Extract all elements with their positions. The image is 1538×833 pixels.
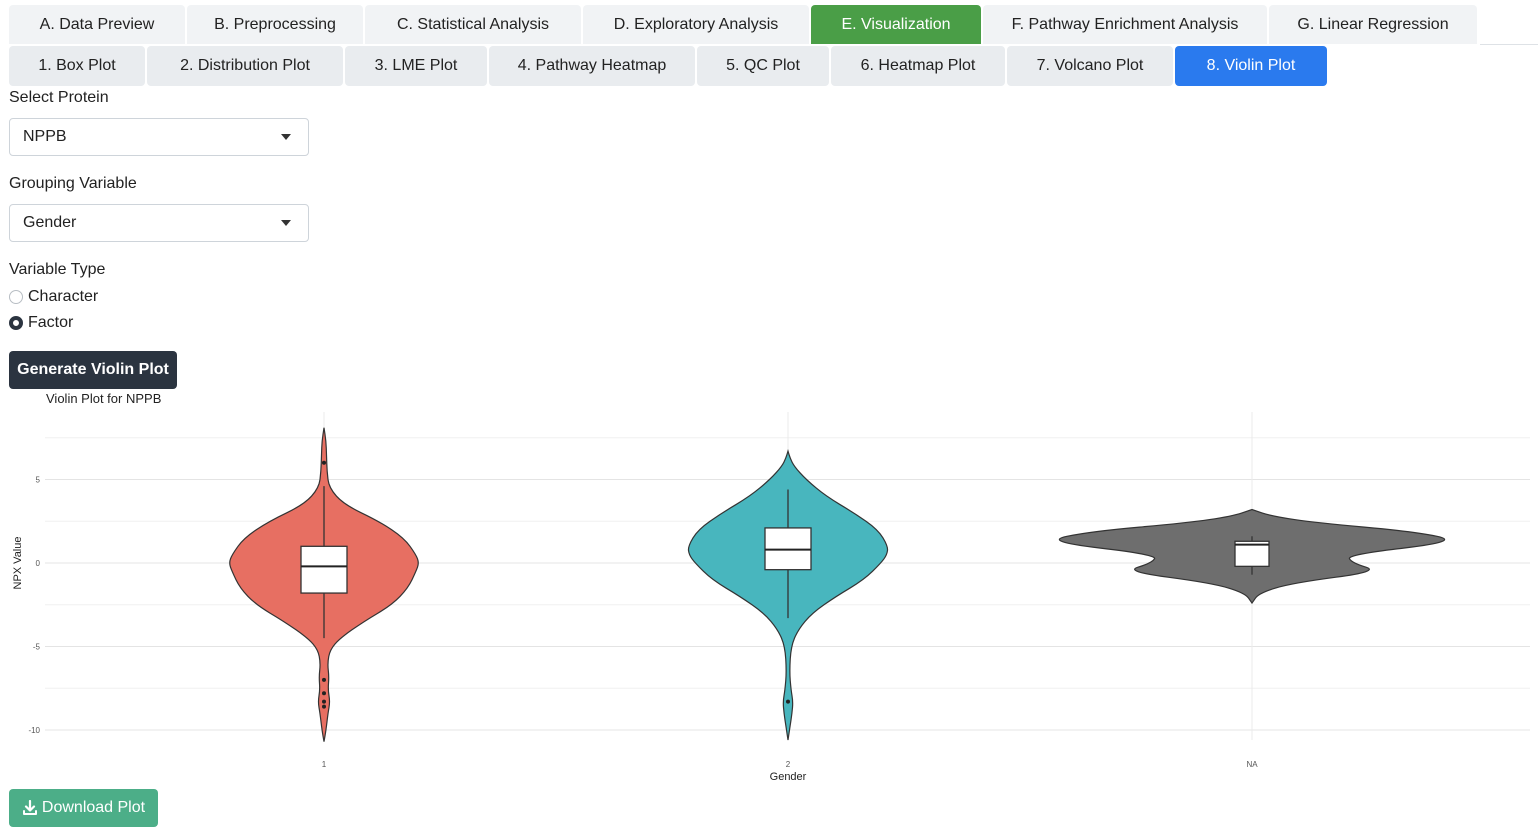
grouping-label: Grouping Variable: [9, 175, 137, 192]
sub-tab-1[interactable]: 2. Distribution Plot: [147, 46, 343, 86]
radio-label: Character: [28, 288, 99, 305]
y-tick-label: -5: [33, 643, 41, 652]
y-tick-label: 5: [36, 476, 41, 485]
main-tab-2[interactable]: C. Statistical Analysis: [365, 5, 581, 44]
violin-plot: 5 0 -5 -10 1 2 NA Gender NPX Value Violin Plot fo…: [12, 391, 1530, 783]
protein-select[interactable]: NPPB: [9, 118, 309, 156]
outlier-point: [322, 691, 326, 696]
y-tick-label: -10: [28, 726, 40, 735]
download-icon: [22, 800, 37, 815]
sub-tabs: 1. Box Plot 2. Distribution Plot 3. LME Pl…: [9, 46, 1329, 86]
chevron-down-icon: [281, 220, 291, 226]
plot-title: Violin Plot for NPPB: [46, 391, 161, 406]
tabs-underline: [1480, 44, 1538, 45]
download-plot-button[interactable]: Download Plot: [9, 789, 158, 827]
x-tick-label: 2: [786, 760, 791, 769]
sub-tab-5[interactable]: 6. Heatmap Plot: [831, 46, 1005, 86]
radio-factor[interactable]: Factor: [9, 314, 73, 332]
radio-circle-icon[interactable]: [9, 290, 23, 304]
sub-tab-2[interactable]: 3. LME Plot: [345, 46, 487, 86]
x-axis-label: Gender: [770, 771, 807, 783]
sub-tab-0[interactable]: 1. Box Plot: [9, 46, 145, 86]
y-axis-label: NPX Value: [12, 537, 24, 590]
protein-select-value: NPPB: [23, 128, 67, 145]
box-1: [300, 545, 348, 594]
sub-tab-6[interactable]: 7. Volcano Plot: [1007, 46, 1173, 86]
main-tab-6[interactable]: G. Linear Regression: [1269, 5, 1477, 44]
radio-character[interactable]: Character: [9, 288, 98, 306]
x-tick-label: 1: [322, 760, 327, 769]
chevron-down-icon: [281, 134, 291, 140]
grouping-select-value: Gender: [23, 214, 77, 231]
sub-tab-4[interactable]: 5. QC Plot: [697, 46, 829, 86]
protein-label: Select Protein: [9, 89, 109, 106]
radio-circle-icon[interactable]: [9, 316, 23, 330]
main-tabs: A. Data Preview B. Preprocessing C. Statis…: [9, 5, 1479, 45]
main-tab-5[interactable]: F. Pathway Enrichment Analysis: [983, 5, 1267, 44]
outlier-point: [786, 699, 790, 704]
outlier-point: [322, 677, 326, 682]
vartype-label: Variable Type: [9, 261, 106, 278]
outlier-point: [322, 460, 326, 465]
main-tab-4[interactable]: E. Visualization: [811, 5, 981, 44]
main-tab-0[interactable]: A. Data Preview: [9, 5, 185, 44]
sub-tab-3[interactable]: 4. Pathway Heatmap: [489, 46, 695, 86]
outlier-point: [322, 699, 326, 704]
main-tab-3[interactable]: D. Exploratory Analysis: [583, 5, 809, 44]
grouping-select[interactable]: Gender: [9, 204, 309, 242]
y-tick-label: 0: [36, 559, 41, 568]
sub-tab-7[interactable]: 8. Violin Plot: [1175, 46, 1327, 86]
main-tab-1[interactable]: B. Preprocessing: [187, 5, 363, 44]
x-tick-label: NA: [1246, 760, 1258, 769]
download-plot-label: Download Plot: [41, 799, 146, 816]
radio-label: Factor: [28, 314, 74, 331]
generate-violin-plot-button[interactable]: Generate Violin Plot: [9, 351, 177, 389]
outlier-point: [322, 704, 326, 709]
